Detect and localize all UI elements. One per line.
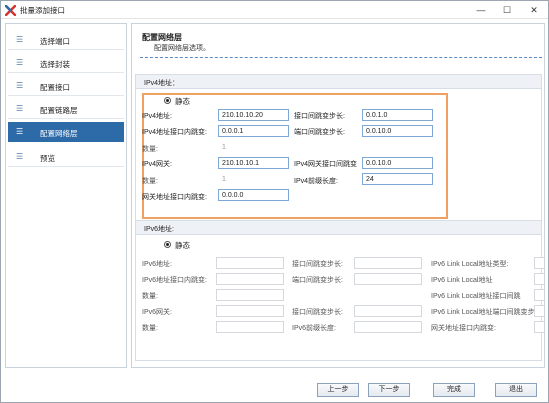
ipv6-ll-type-input[interactable] (534, 257, 544, 269)
page-subtitle: 配置网络层选项。 (154, 45, 210, 52)
divider (140, 57, 542, 58)
ipv6-gw-step-input[interactable] (354, 305, 422, 317)
port-step-input[interactable] (362, 109, 433, 121)
ipv4-address-label: IPv4地址: (142, 113, 172, 120)
sidebar-item-label: 配置网络层 (40, 129, 78, 138)
ipv6-group: IPv6地址: 静态 IPv6地址: 接口间跳变步长: IPv6 Link Lo… (135, 220, 544, 361)
gw-inner-step-label: 网关地址接口内跳变: (142, 194, 207, 201)
sidebar-item-label: 预览 (40, 154, 55, 163)
list-icon: ☰ (16, 58, 24, 67)
prev-button[interactable]: 上一步 (317, 383, 359, 397)
ipv6-address-label: IPv6地址: (142, 261, 172, 268)
ipv6-address-input[interactable] (216, 257, 284, 269)
ipv6-inner-step-input[interactable] (216, 273, 284, 285)
ipv4-group-header: IPv4地址： (136, 75, 541, 89)
ipv6-ll-port-step-label: IPv6 Link Local地址接口间跳 (431, 293, 521, 300)
sidebar-item-preview[interactable]: ☰ 预览 (8, 147, 124, 167)
list-icon: ☰ (16, 152, 24, 161)
window-title: 批量添加接口 (20, 6, 65, 15)
page-title: 配置网络层 (142, 33, 182, 42)
ipv4-prefix-input[interactable] (362, 173, 433, 185)
sidebar-item-config-link-layer[interactable]: ☰ 配置链路层 (8, 99, 124, 119)
ipv4-address-input[interactable] (218, 109, 289, 121)
ipv4-count2-value: 1 (222, 176, 226, 183)
ipv6-count-label: 数量: (142, 293, 158, 300)
port-step-label: 接口间跳变步长: (294, 113, 345, 120)
ipv6-group-header: IPv6地址: (136, 221, 541, 235)
ipv6-static-label: 静态 (175, 241, 190, 250)
ipv6-gw-inner-input[interactable] (534, 321, 544, 333)
ipv6-count2-label: 数量: (142, 325, 158, 332)
ipv6-port-step-input[interactable] (354, 257, 422, 269)
ipv4-group-title: IPv4地址： (144, 80, 180, 87)
dialog-window: 批量添加接口 — ☐ ✕ ☰ 选择端口 ☰ 选择封装 ☰ 配置接口 ☰ 配置链路… (0, 0, 549, 403)
ipv6-static-radio[interactable] (164, 241, 171, 248)
sidebar-item-label: 配置链路层 (40, 106, 78, 115)
next-button[interactable]: 下一步 (368, 383, 410, 397)
list-icon: ☰ (16, 81, 24, 90)
ipv6-ll-port-step-input[interactable] (534, 289, 544, 301)
ipv4-prefix-label: IPv4前缀长度: (294, 178, 338, 185)
list-icon: ☰ (16, 104, 24, 113)
ipv4-inner-step-label: IPv4地址接口内跳变: (142, 129, 207, 136)
ipv6-port-hop-input[interactable] (354, 273, 422, 285)
ipv4-count2-label: 数量: (142, 178, 158, 185)
port-hop-label: 端口间跳变步长: (294, 129, 345, 136)
sidebar-item-select-port[interactable]: ☰ 选择端口 (8, 30, 124, 50)
ipv6-ll-hop-input[interactable] (534, 305, 544, 317)
sidebar-item-config-network-layer[interactable]: ☰ 配置网络层 (8, 122, 124, 142)
sidebar-item-config-interface[interactable]: ☰ 配置接口 (8, 76, 124, 96)
ipv6-gateway-input[interactable] (216, 305, 284, 317)
ipv6-gw-step-label: 接口间跳变步长: (292, 309, 343, 316)
ipv4-gateway-label: IPv4网关: (142, 161, 172, 168)
ipv6-count-input[interactable] (216, 289, 284, 301)
app-logo-icon (5, 5, 16, 16)
ipv4-static-label: 静态 (175, 97, 190, 106)
minimize-button[interactable]: — (468, 1, 494, 19)
ipv6-gateway-label: IPv6网关: (142, 309, 172, 316)
maximize-button[interactable]: ☐ (494, 1, 520, 19)
ipv6-ll-hop-label: IPv6 Link Local地址端口间跳变步长: (431, 309, 544, 316)
ipv6-inner-step-label: IPv6地址接口内跳变: (142, 277, 207, 284)
sidebar-item-select-encapsulation[interactable]: ☰ 选择封装 (8, 53, 124, 73)
exit-button[interactable]: 退出 (495, 383, 537, 397)
ipv6-prefix-label: IPv6前缀长度: (292, 325, 336, 332)
list-icon: ☰ (16, 35, 24, 44)
ipv6-prefix-input[interactable] (354, 321, 422, 333)
ipv6-ll-address-input[interactable] (534, 273, 544, 285)
ipv4-static-radio[interactable] (164, 97, 171, 104)
gw-inner-step-input[interactable] (218, 189, 289, 201)
ipv4-group: IPv4地址： 静态 IPv4地址: 接口间跳变步长: IPv4地址接口内跳变:… (135, 74, 542, 221)
wizard-step-list: ☰ 选择端口 ☰ 选择封装 ☰ 配置接口 ☰ 配置链路层 ☰ 配置网络层 ☰ 预… (5, 23, 127, 368)
ipv6-gw-inner-label: 网关地址接口内跳变: (431, 325, 496, 332)
sidebar-item-label: 选择封装 (40, 60, 70, 69)
ipv6-ll-type-label: IPv6 Link Local地址类型: (431, 261, 509, 268)
gw-port-step-input[interactable] (362, 157, 433, 169)
ipv4-count-label: 数量: (142, 146, 158, 153)
ipv6-ll-address-label: IPv6 Link Local地址 (431, 277, 493, 284)
content-panel: 配置网络层 配置网络层选项。 IPv4地址： 静态 IPv4地址: 接口间跳变步… (131, 23, 545, 368)
title-bar[interactable]: 批量添加接口 — ☐ ✕ (1, 1, 548, 19)
ipv4-gateway-input[interactable] (218, 157, 289, 169)
ipv6-count2-input[interactable] (216, 321, 284, 333)
ipv4-inner-step-input[interactable] (218, 125, 289, 137)
ipv4-count-value: 1 (222, 144, 226, 151)
finish-button[interactable]: 完成 (433, 383, 475, 397)
ipv6-port-step-label: 接口间跳变步长: (292, 261, 343, 268)
sidebar-item-label: 选择端口 (40, 37, 70, 46)
ipv6-port-hop-label: 端口间跳变步长: (292, 277, 343, 284)
ipv6-group-title: IPv6地址: (144, 226, 174, 233)
sidebar-item-label: 配置接口 (40, 83, 70, 92)
close-button[interactable]: ✕ (521, 1, 547, 19)
port-hop-input[interactable] (362, 125, 433, 137)
list-icon: ☰ (16, 127, 24, 136)
gw-port-step-label: IPv4网关接口间跳变 (294, 161, 358, 168)
